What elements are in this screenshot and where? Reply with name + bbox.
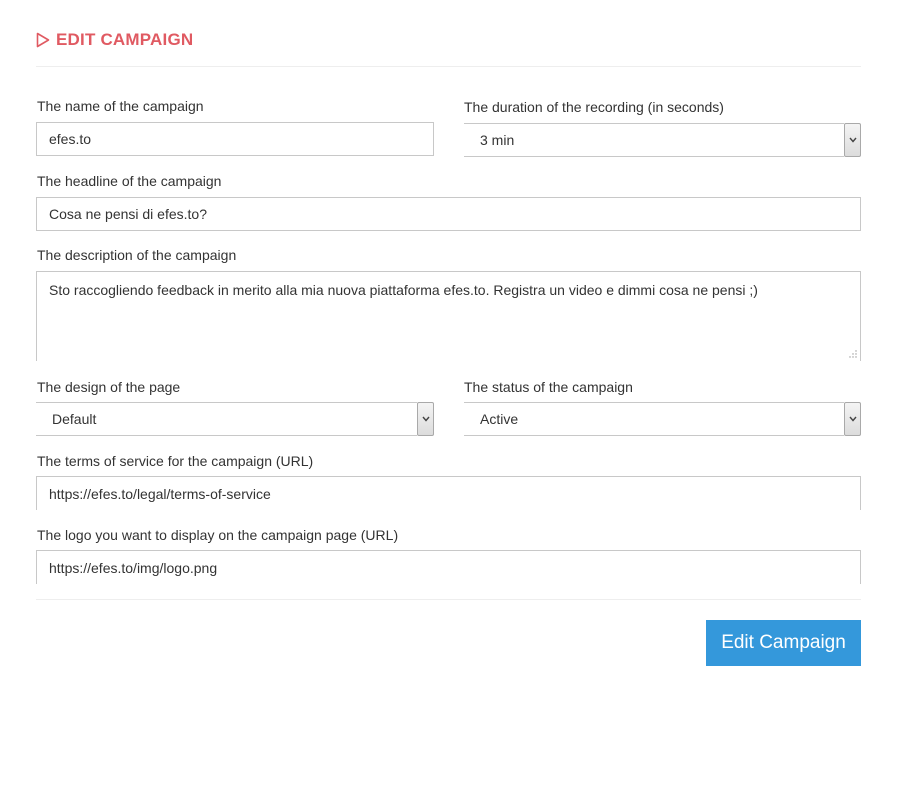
recording-duration-value: 3 min xyxy=(480,132,515,148)
terms-label: The terms of service for the campaign (U… xyxy=(37,453,314,469)
page-title: EDIT CAMPAIGN xyxy=(36,29,193,51)
select-border-bottom xyxy=(464,435,844,436)
logo-label: The logo you want to display on the camp… xyxy=(37,527,399,543)
status-select[interactable]: Active xyxy=(464,402,861,436)
chevron-down-icon[interactable] xyxy=(844,123,861,157)
status-value: Active xyxy=(480,411,519,427)
edit-campaign-page: EDIT CAMPAIGN The name of the campaign T… xyxy=(36,0,861,800)
header-divider xyxy=(36,66,861,67)
design-label: The design of the page xyxy=(37,379,181,395)
description-text: Sto raccogliendo feedback in merito alla… xyxy=(49,282,758,298)
recording-duration-select[interactable]: 3 min xyxy=(464,123,861,157)
resize-grip-icon[interactable] xyxy=(849,350,857,358)
campaign-name-label: The name of the campaign xyxy=(37,98,204,114)
edit-campaign-button[interactable]: Edit Campaign xyxy=(706,620,861,666)
design-select[interactable]: Default xyxy=(36,402,434,436)
headline-label: The headline of the campaign xyxy=(37,173,222,189)
campaign-name-input[interactable] xyxy=(36,122,434,156)
status-label: The status of the campaign xyxy=(464,379,633,395)
footer-divider xyxy=(36,599,861,600)
play-outline-icon xyxy=(36,32,50,48)
select-border-bottom xyxy=(36,435,417,436)
terms-url-input[interactable] xyxy=(36,476,861,510)
design-value: Default xyxy=(52,411,97,427)
select-border-top xyxy=(464,402,844,403)
headline-input[interactable] xyxy=(36,197,861,231)
recording-duration-label: The duration of the recording (in second… xyxy=(464,99,724,115)
description-label: The description of the campaign xyxy=(37,247,237,263)
logo-url-input[interactable] xyxy=(36,550,861,584)
select-border-top xyxy=(36,402,417,403)
select-border-bottom xyxy=(464,156,844,157)
select-border-top xyxy=(464,123,844,124)
chevron-down-icon[interactable] xyxy=(417,402,434,436)
chevron-down-icon[interactable] xyxy=(844,402,861,436)
description-textarea[interactable]: Sto raccogliendo feedback in merito alla… xyxy=(36,271,861,361)
page-title-text: EDIT CAMPAIGN xyxy=(56,30,194,49)
